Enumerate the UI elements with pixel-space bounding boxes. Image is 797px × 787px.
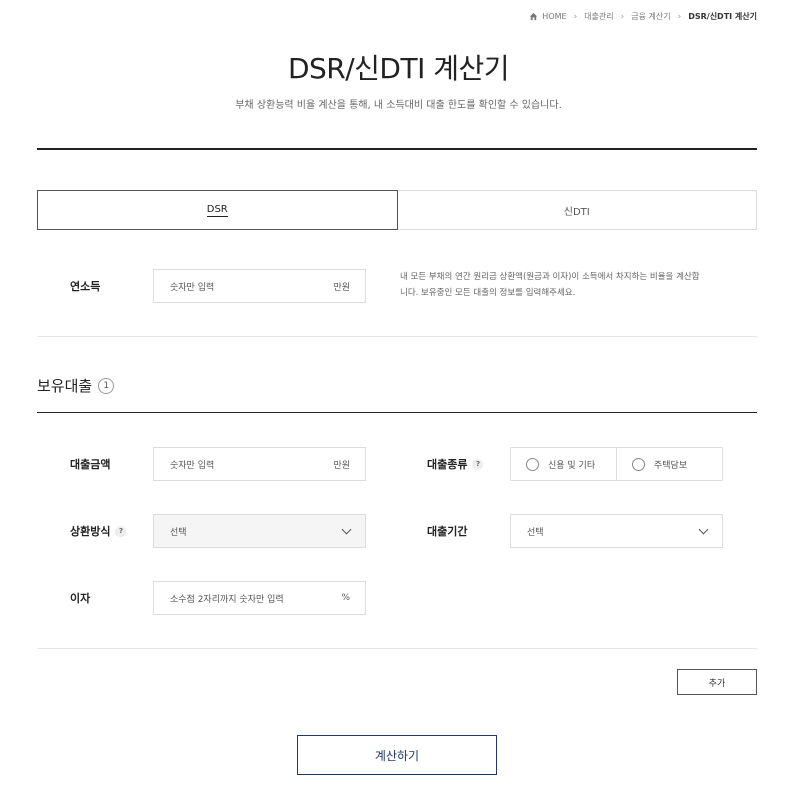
income-input[interactable]: 숫자만 입력 만원 — [153, 269, 366, 303]
held-loans-count-badge: 1 — [98, 377, 115, 394]
loan-period-label: 대출기간 — [427, 525, 468, 538]
loan-type-option-mortgage-label: 주택담보 — [654, 460, 688, 471]
repayment-select-value: 선택 — [170, 527, 187, 538]
breadcrumb: HOME › 대출관리 › 금융 계산기 › DSR/신DTI 계산기 — [529, 11, 757, 22]
add-loan-button[interactable]: 추가 — [677, 669, 757, 695]
interest-input[interactable]: 소수점 2자리까지 숫자만 입력 % — [153, 581, 366, 615]
loan-form-divider — [37, 648, 757, 649]
tab-dsr-label: DSR — [206, 203, 228, 217]
income-input-placeholder: 숫자만 입력 — [170, 282, 215, 293]
tab-new-dti-label: 신DTI — [563, 206, 590, 218]
loan-amount-placeholder: 숫자만 입력 — [170, 460, 215, 471]
loan-type-option-credit-label: 신용 및 기타 — [548, 460, 596, 471]
interest-placeholder: 소수점 2자리까지 숫자만 입력 — [170, 594, 284, 605]
interest-unit: % — [341, 593, 350, 603]
repayment-label: 상환방식 — [70, 525, 111, 538]
held-loans-title-text: 보유대출 — [37, 377, 93, 395]
loan-type-option-credit[interactable]: 신용 및 기타 — [511, 448, 616, 480]
chevron-down-icon — [341, 524, 352, 534]
breadcrumb-separator-icon: › — [573, 11, 578, 22]
loan-period-select[interactable]: 선택 — [510, 514, 723, 548]
loan-amount-input[interactable]: 숫자만 입력 만원 — [153, 447, 366, 481]
breadcrumb-item-calculator[interactable]: 금융 계산기 — [631, 11, 670, 22]
breadcrumb-item-loan-management[interactable]: 대출관리 — [584, 11, 613, 22]
loan-type-label-group: 대출종류 ? — [427, 456, 484, 472]
home-icon[interactable] — [529, 12, 538, 21]
calculator-tabs: DSR 신DTI — [37, 190, 757, 230]
loan-type-label: 대출종류 — [427, 458, 468, 471]
title-divider — [37, 148, 757, 150]
breadcrumb-item-current: DSR/신DTI 계산기 — [688, 12, 757, 21]
income-unit: 만원 — [333, 282, 350, 293]
loan-amount-unit: 만원 — [333, 460, 350, 471]
calculate-button[interactable]: 계산하기 — [297, 735, 497, 775]
radio-circle-icon[interactable] — [526, 457, 539, 471]
income-label: 연소득 — [70, 280, 101, 293]
income-help-text: 내 모든 부채의 연간 원리금 상환액(원금과 이자)이 소득에서 차지하는 비… — [400, 272, 700, 298]
loan-type-option-mortgage[interactable]: 주택담보 — [616, 448, 722, 480]
page-subtitle: 부채 상환능력 비율 계산을 통해, 내 소득대비 대출 한도를 확인할 수 있… — [235, 100, 562, 111]
tab-new-dti[interactable]: 신DTI — [398, 191, 757, 229]
loan-period-select-value: 선택 — [527, 527, 544, 538]
page-title: DSR/신DTI 계산기 — [287, 52, 510, 85]
loan-type-radio-group: 신용 및 기타 주택담보 — [510, 447, 723, 481]
repayment-help-icon[interactable]: ? — [115, 525, 127, 537]
chevron-down-icon — [698, 524, 709, 534]
held-loans-divider — [37, 412, 757, 413]
breadcrumb-home[interactable]: HOME — [542, 12, 566, 21]
tab-dsr[interactable]: DSR — [37, 190, 398, 230]
held-loans-title: 보유대출 1 — [37, 375, 115, 396]
interest-label: 이자 — [70, 592, 91, 605]
loan-amount-label: 대출금액 — [70, 458, 111, 471]
breadcrumb-separator-icon: › — [620, 11, 625, 22]
loan-type-help-icon[interactable]: ? — [472, 458, 484, 470]
section-divider — [37, 336, 757, 337]
repayment-label-group: 상환방식 ? — [70, 523, 127, 539]
radio-circle-icon[interactable] — [632, 457, 645, 471]
repayment-select[interactable]: 선택 — [153, 514, 366, 548]
breadcrumb-separator-icon: › — [677, 11, 682, 22]
